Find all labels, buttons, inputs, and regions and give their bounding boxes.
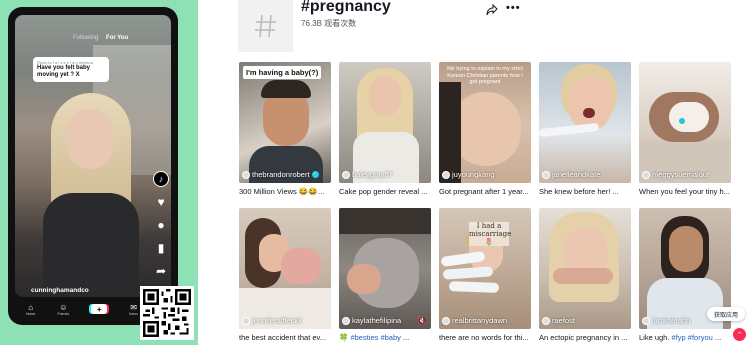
nav-home: ⌂ Home [26,302,36,316]
video-action-bar: ♪ ♥ ● ▮ ➦ [153,171,171,286]
tab-for-you: For You [106,35,129,41]
avatar [442,170,450,179]
view-count: 76.3B 观看次数 [301,19,357,28]
video-card[interactable]: I had a miscarriage 🌷 realbrittanydawn t… [439,208,531,342]
verified-badge-icon: ✓ [311,171,319,178]
video-thumbnail[interactable]: I had a miscarriage 🌷 realbrittanydawn [439,208,531,329]
avatar [342,170,350,179]
video-card[interactable]: Me trying to explain to my strict Korean… [439,62,531,196]
friends-icon: ☺ [59,302,68,312]
avatar [242,316,250,325]
video-caption[interactable]: Got pregnant after 1 year... [439,187,531,196]
hashtag-icon [254,14,276,38]
video-overlay-text: I'm having a baby(?) [243,66,322,79]
share-icon[interactable] [486,4,498,16]
plus-icon: + [91,304,108,314]
video-card[interactable]: kaylathefilipina 🔇 🍀 #besties #baby ... [339,208,431,342]
video-thumbnail[interactable]: Me trying to explain to my strict Korean… [439,62,531,183]
comment-icon: ● [157,218,165,232]
video-caption[interactable]: When you feel your tiny h... [639,187,731,196]
video-overlay-text: I had a miscarriage 🌷 [469,222,512,246]
video-card[interactable]: haleygray67 Cake pop gender reveal ... [339,62,431,196]
hashtag-cover [238,0,293,52]
download-qr-code [140,286,194,340]
video-thumbnail[interactable]: meggysuemalouf [639,62,731,183]
video-thumbnail[interactable]: haleygray67 [339,62,431,183]
inbox-icon: ✉ [130,302,137,312]
video-card[interactable]: raefost An ectopic pregnancy in ... [539,208,631,342]
tab-following: Following [73,35,99,41]
video-author: janelleandkate [542,170,600,179]
bookmark-icon: ▮ [157,241,165,255]
tiktok-logo-icon: ♪ [153,171,169,187]
video-author: meggysuemalouf [642,170,709,179]
nav-friends: ☺ Friends [57,302,70,316]
avatar [542,170,550,179]
avatar [642,170,650,179]
video-card[interactable]: meggysuemalouf When you feel your tiny h… [639,62,731,196]
hashtag-link[interactable]: #fyp #foryou [672,333,713,342]
video-author: raefost [542,316,575,325]
video-card[interactable]: I'm having a baby(?) thebrandonrobert ✓ 3… [239,62,331,196]
video-author: kaylathefilipina [342,316,401,325]
share-arrow-icon: ➦ [155,264,167,278]
comment-reply-sticker: Reply to f a l s e e l a u rebecca Have … [33,57,109,82]
comment-text: Have you felt baby moving yet ? X [37,65,91,78]
video-caption[interactable]: An ectopic pregnancy in ... [539,333,631,342]
video-author: jenniferaffleckk [242,316,302,325]
video-author: haleygray67 [342,170,393,179]
video-author: realbrittanydawn [442,316,507,325]
video-author: juyoungkang [442,170,495,179]
avatar [542,316,550,325]
mute-icon[interactable]: 🔇 [417,316,427,325]
video-caption[interactable]: She knew before her! ... [539,187,631,196]
video-author: thebrandonrobert ✓ [242,170,319,179]
video-caption[interactable]: 🍀 #besties #baby ... [339,333,431,342]
hashtag-link[interactable]: #besties #baby [350,333,400,342]
back-to-top-icon[interactable]: ⌃ [733,328,746,341]
video-username: cunninghamandco [31,287,89,294]
video-caption[interactable]: there are no words for thi... [439,333,531,342]
video-subject-image [43,93,139,297]
video-caption[interactable]: 300 Million Views 😂😂😂 ha... [239,187,331,196]
avatar [442,316,450,325]
video-caption[interactable]: Like ugh. #fyp #foryou ... [639,333,731,342]
phone-video-preview: Following For You Reply to f a l s e e l… [15,15,171,297]
video-card[interactable]: iamkaleahh Like ugh. #fyp #foryou ... [639,208,731,342]
page: Following For You Reply to f a l s e e l… [0,0,750,345]
video-thumbnail[interactable]: janelleandkate [539,62,631,183]
video-author: iamkaleahh [642,316,690,325]
feed-tabs: Following For You [73,35,128,41]
get-app-button[interactable]: 获取应用 [707,307,745,321]
video-thumbnail[interactable]: kaylathefilipina 🔇 [339,208,431,329]
video-caption[interactable]: the best accident that ev... [239,333,331,342]
more-options-icon[interactable]: ••• [506,2,521,14]
page-title: #pregnancy [301,0,391,15]
avatar [242,170,250,179]
video-card[interactable]: janelleandkate She knew before her! ... [539,62,631,196]
heart-icon: ♥ [157,195,165,209]
home-icon: ⌂ [28,302,34,312]
app-promo-panel: Following For You Reply to f a l s e e l… [0,0,198,345]
video-thumbnail[interactable]: jenniferaffleckk [239,208,331,329]
avatar [642,316,650,325]
avatar [342,316,350,325]
nav-inbox: ✉ Inbox [129,302,138,316]
video-caption[interactable]: Cake pop gender reveal ... [339,187,431,196]
video-card[interactable]: jenniferaffleckk the best accident that … [239,208,331,342]
phone-mockup: Following For You Reply to f a l s e e l… [8,7,178,325]
video-overlay-text: Me trying to explain to my strict Korean… [447,66,523,85]
video-thumbnail[interactable]: I'm having a baby(?) thebrandonrobert ✓ [239,62,331,183]
video-thumbnail[interactable]: raefost [539,208,631,329]
